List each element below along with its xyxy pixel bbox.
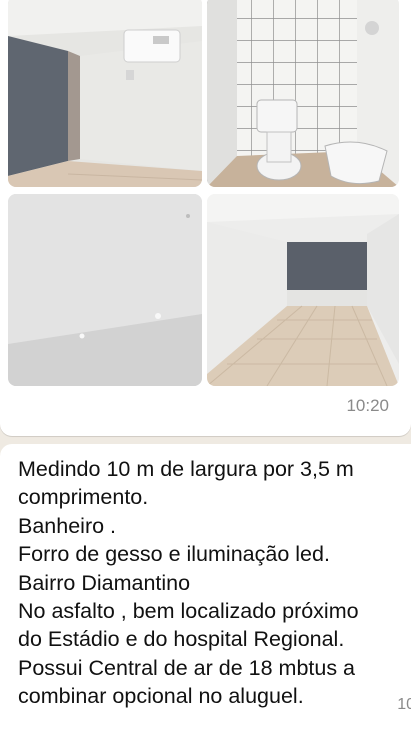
- message-timestamp: 10:20: [346, 396, 389, 415]
- message-line: Medindo 10 m de largura por 3,5 m: [18, 457, 354, 481]
- message-line: do Estádio e do hospital Regional.: [18, 627, 345, 652]
- photo-long-room-image: [207, 194, 399, 386]
- message-line: No asfalto , bem localizado próximo: [18, 598, 359, 623]
- message-line: Bairro Diamantino: [18, 570, 191, 595]
- message-line: Banheiro .: [18, 513, 117, 538]
- message-line: combinar opcional no aluguel.: [18, 684, 304, 709]
- message-line: comprimento.: [18, 485, 149, 510]
- image-message-bubble: 10:20: [0, 0, 411, 436]
- photo-ceiling[interactable]: [8, 194, 202, 386]
- message-text: Medindo 10 m de largura por 3,5 m compri…: [18, 455, 411, 711]
- photo-bathroom-image: [207, 0, 399, 187]
- message-timestamp-partial: 10: [397, 696, 411, 713]
- photo-ceiling-image: [8, 194, 202, 386]
- photo-long-room[interactable]: [207, 194, 399, 386]
- photo-living-room[interactable]: [8, 0, 202, 187]
- photo-bathroom[interactable]: [207, 0, 399, 187]
- message-line: Possui Central de ar de 18 mbtus a: [18, 655, 356, 680]
- photo-living-room-image: [8, 0, 202, 187]
- message-line: Forro de gesso e iluminação led.: [18, 542, 330, 567]
